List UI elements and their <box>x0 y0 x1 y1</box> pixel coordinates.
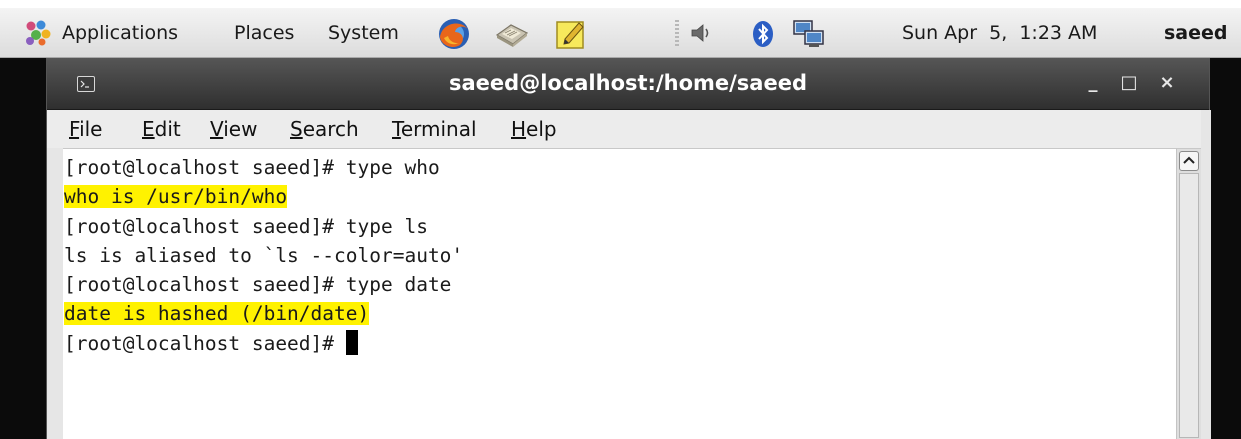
vertical-scrollbar[interactable] <box>1176 148 1201 439</box>
maximize-button[interactable]: □ <box>1117 71 1141 95</box>
menubar: File Edit View Search Terminal Help <box>47 110 1209 148</box>
terminal-prompt-line: [root@localhost saeed]# <box>64 329 1164 358</box>
minimize-button[interactable]: _ <box>1081 71 1105 95</box>
clock[interactable]: Sun Apr 5, 1:23 AM <box>902 8 1097 58</box>
terminal-text: [root@localhost saeed]# type who who is … <box>64 153 1164 358</box>
menu-view[interactable]: View <box>210 110 257 148</box>
volume-icon[interactable] <box>690 21 712 45</box>
text-cursor <box>345 329 358 355</box>
terminal-line-highlighted: date is hashed (/bin/date) <box>64 302 370 326</box>
window-titlebar[interactable]: saeed@localhost:/home/saeed _ □ × <box>47 58 1209 110</box>
scroll-track[interactable] <box>1179 173 1199 438</box>
terminal-line: [root@localhost saeed]# type ls <box>64 214 428 238</box>
menu-search[interactable]: Search <box>290 110 359 148</box>
mail-icon[interactable] <box>494 17 530 51</box>
terminal-window: saeed@localhost:/home/saeed _ □ × File E… <box>46 58 1211 439</box>
terminal-output[interactable]: [root@localhost saeed]# type who who is … <box>63 148 1176 439</box>
terminal-line: [root@localhost saeed]# type date <box>64 273 452 297</box>
window-border <box>1201 110 1211 439</box>
menu-applications[interactable]: Applications <box>62 8 178 58</box>
firefox-icon[interactable] <box>436 17 472 51</box>
menu-places[interactable]: Places <box>234 8 294 58</box>
menu-edit[interactable]: Edit <box>142 110 181 148</box>
close-button[interactable]: × <box>1155 71 1179 95</box>
menu-system[interactable]: System <box>328 8 399 58</box>
terminal-line: [root@localhost saeed]# type who <box>64 156 440 179</box>
chevron-up-icon <box>1183 156 1195 164</box>
user-menu[interactable]: saeed <box>1164 8 1228 58</box>
network-icon[interactable] <box>792 19 826 49</box>
terminal-line: ls is aliased to `ls --color=auto' <box>64 243 464 267</box>
top-panel: Applications Places System Sun Apr 5, 1:… <box>0 8 1241 58</box>
window-title: saeed@localhost:/home/saeed <box>449 71 807 95</box>
bluetooth-icon[interactable] <box>752 20 774 48</box>
menu-file[interactable]: File <box>69 110 102 148</box>
menu-help[interactable]: Help <box>511 110 557 148</box>
gnome-foot-icon[interactable] <box>24 20 52 46</box>
terminal-line-highlighted: who is /usr/bin/who <box>64 185 288 209</box>
panel-separator <box>675 20 679 48</box>
notes-icon[interactable] <box>553 17 589 51</box>
scroll-up-button[interactable] <box>1179 151 1199 171</box>
menu-terminal[interactable]: Terminal <box>392 110 477 148</box>
